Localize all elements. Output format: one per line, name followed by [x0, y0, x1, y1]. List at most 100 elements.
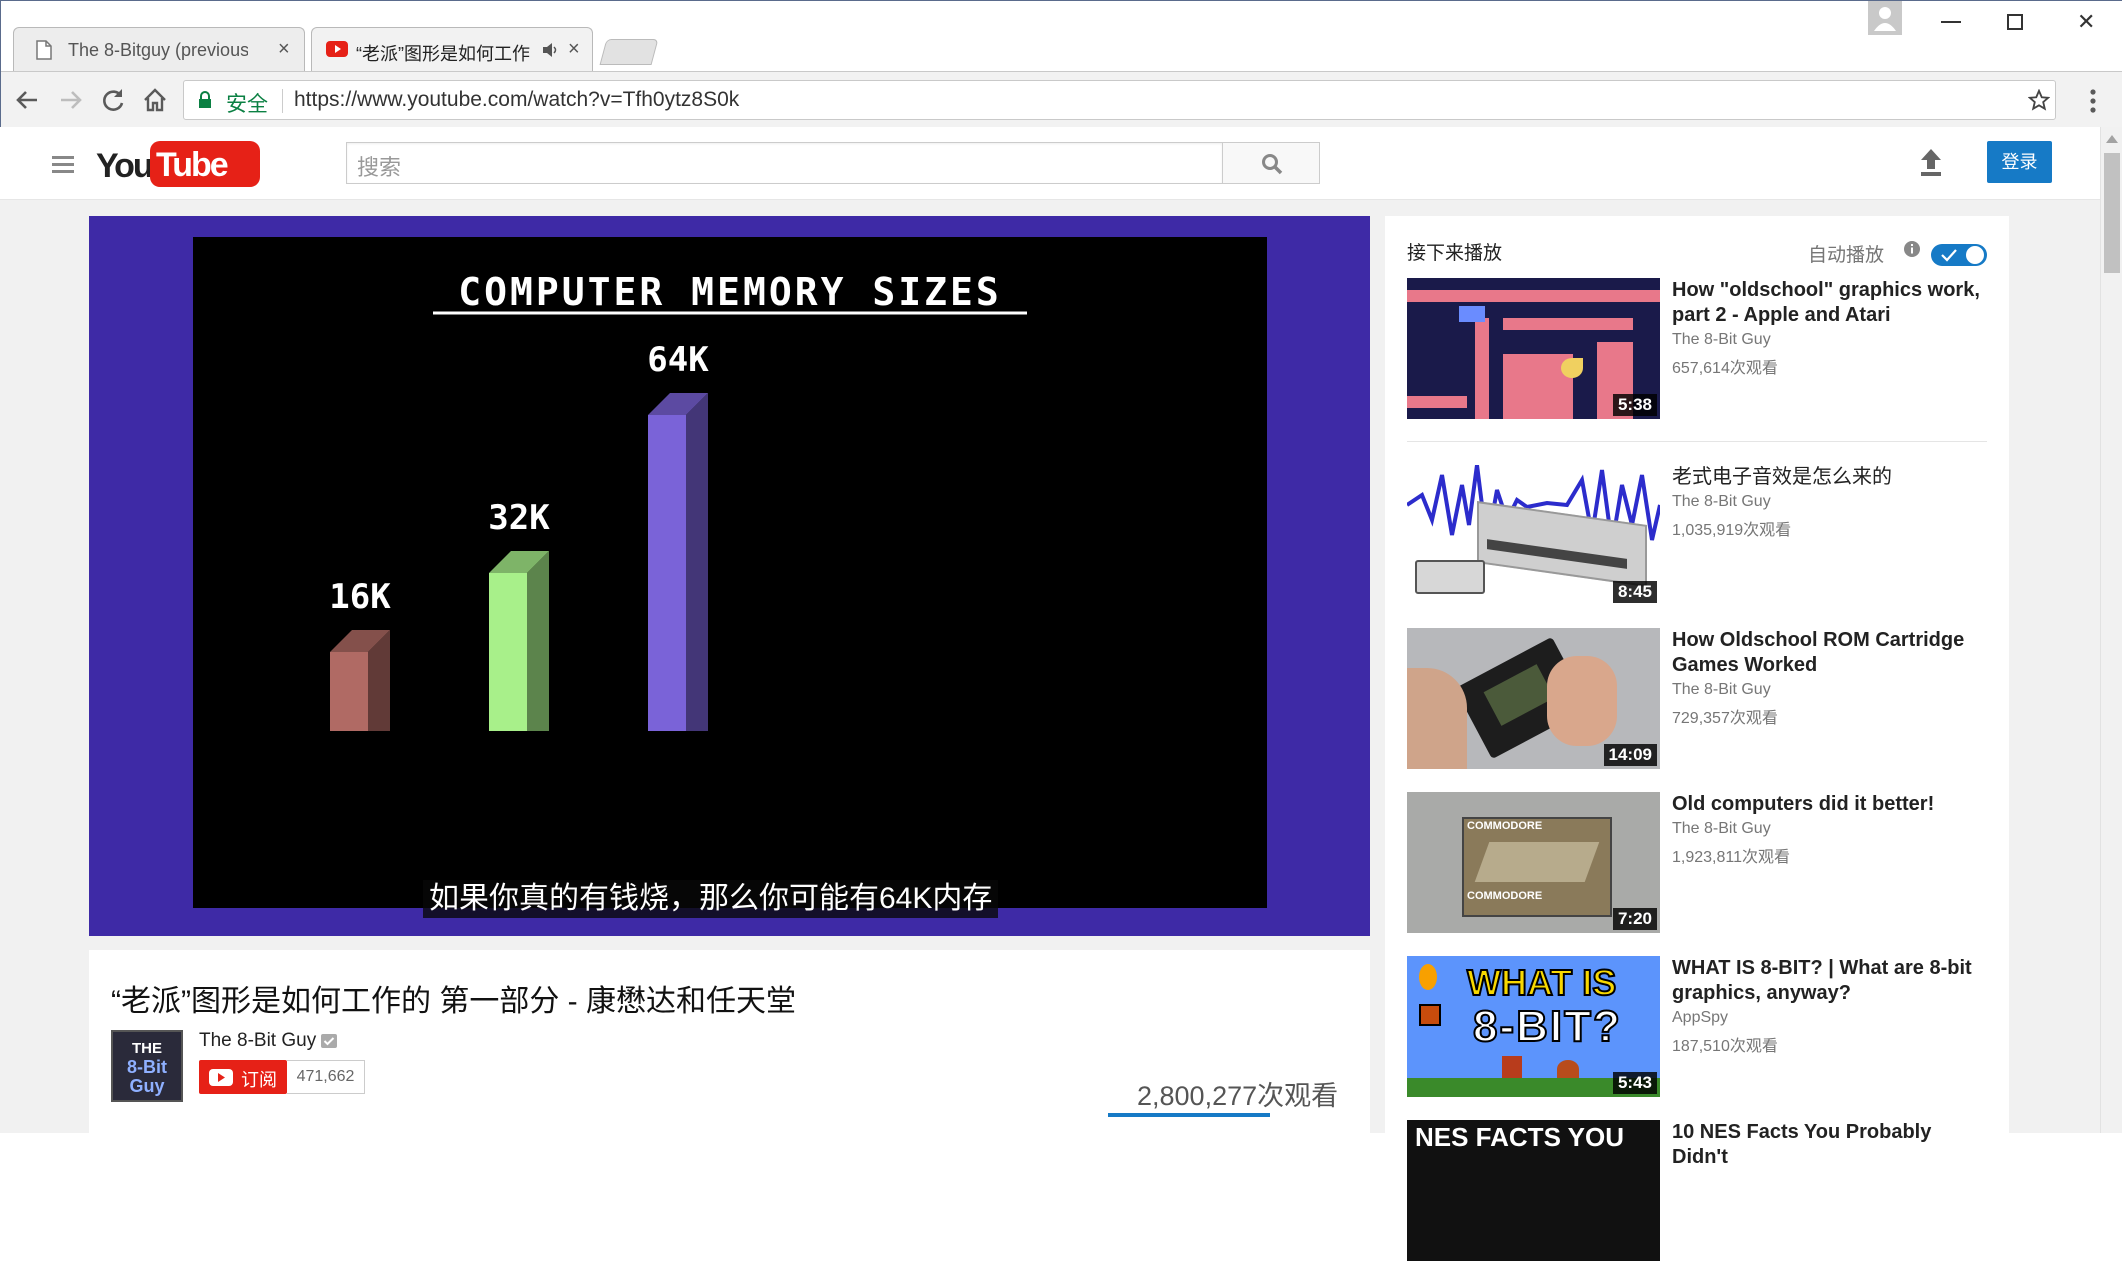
scrollbar-thumb[interactable]	[2104, 153, 2120, 273]
recommendation-views: 187,510次观看	[1672, 1038, 1778, 1055]
recommendation-item[interactable]: 5:38 How "oldschool" graphics work, part…	[1407, 278, 1987, 419]
youtube-play-icon	[209, 1069, 233, 1086]
window-maximize-button[interactable]	[2007, 14, 2023, 30]
recommendation-item[interactable]: COMMODORE COMMODORE 7:20 Old computers d…	[1407, 792, 1987, 933]
search-placeholder: 搜索	[357, 155, 402, 180]
autoplay-label: 自动播放	[1808, 245, 1885, 266]
address-bar[interactable]: 安全 https://www.youtube.com/watch?v=Tfh0y…	[183, 80, 2056, 120]
separator	[1407, 441, 1987, 442]
pacman-sprite-icon	[1561, 358, 1583, 378]
browser-toolbar: 安全 https://www.youtube.com/watch?v=Tfh0y…	[1, 71, 2122, 128]
recommendation-title[interactable]: How Oldschool ROM Cartridge Games Worked	[1672, 628, 1990, 678]
channel-avatar[interactable]: THE 8-Bit Guy	[111, 1030, 183, 1102]
hamburger-menu-icon[interactable]	[52, 155, 74, 173]
brick-icon	[1419, 1004, 1441, 1026]
bar-16k	[330, 652, 368, 731]
controller-graphic	[1415, 560, 1485, 594]
caption-text: 如果你真的有钱烧，那么你可能有64K内存	[423, 880, 999, 918]
bookmark-star-icon[interactable]	[2028, 89, 2050, 111]
recommendation-item[interactable]: NES FACTS YOU 10 NES Facts You Probably …	[1407, 1120, 1987, 1261]
upload-icon[interactable]	[1918, 147, 1944, 177]
recommendation-title[interactable]: Old computers did it better!	[1672, 792, 1990, 817]
recommendation-title[interactable]: WHAT IS 8-BIT? | What are 8-bit graphics…	[1672, 956, 1990, 1006]
bar-side	[527, 551, 549, 731]
video-thumbnail[interactable]: COMMODORE COMMODORE 7:20	[1407, 792, 1660, 933]
recommendation-channel: The 8-Bit Guy	[1672, 331, 1771, 348]
memory-size-chart: COMPUTER MEMORY SIZES 16K 32K 64K	[329, 270, 1027, 731]
tab-title: “老派”图形是如何工作	[356, 44, 530, 64]
secure-label: 安全	[226, 93, 268, 116]
ghost-sprite-icon	[1459, 306, 1485, 322]
window-minimize-button[interactable]	[1941, 21, 1961, 23]
document-icon	[36, 40, 52, 60]
tab-youtube-video[interactable]: “老派”图形是如何工作 ×	[311, 27, 593, 71]
commodore-text: COMMODORE	[1467, 820, 1543, 832]
subscriber-count: 471,662	[287, 1060, 365, 1094]
video-thumbnail[interactable]: WHAT IS 8-BIT? 5:43	[1407, 956, 1660, 1097]
duration-badge: 7:20	[1612, 908, 1657, 930]
commodore-text: COMMODORE	[1467, 890, 1543, 902]
duration-badge: 14:09	[1603, 744, 1657, 766]
scroll-up-arrow-icon[interactable]	[2106, 135, 2118, 143]
forward-arrow-icon[interactable]	[57, 86, 85, 114]
home-icon[interactable]	[141, 86, 169, 114]
recommendation-item[interactable]: WHAT IS 8-BIT? 5:43 WHAT IS 8-BIT? | Wha…	[1407, 956, 1987, 1097]
recommendation-channel: The 8-Bit Guy	[1672, 493, 1771, 510]
video-thumbnail[interactable]: NES FACTS YOU	[1407, 1120, 1660, 1261]
logo-tube-text: Tube	[156, 146, 229, 184]
tab-close-icon[interactable]: ×	[278, 38, 290, 61]
video-thumbnail[interactable]: 5:38	[1407, 278, 1660, 419]
recommendation-item[interactable]: 8:45 老式电子音效是怎么来的 The 8-Bit Guy 1,035,919…	[1407, 465, 1987, 606]
eight-bit-text: 8-BIT?	[1472, 1001, 1622, 1052]
search-button[interactable]	[1222, 142, 1320, 184]
what-is-text: WHAT IS	[1466, 961, 1617, 1004]
video-thumbnail[interactable]: 8:45	[1407, 465, 1660, 606]
url-text[interactable]: https://www.youtube.com/watch?v=Tfh0ytz8…	[294, 88, 739, 112]
recommendation-item[interactable]: 14:09 How Oldschool ROM Cartridge Games …	[1407, 628, 1987, 769]
omnibox-divider	[282, 89, 283, 113]
youtube-header: You Tube 搜索 登录	[0, 127, 2100, 200]
browser-window: The 8-Bitguy (previous × “老派”图形是如何工作 × ✕…	[0, 0, 2122, 128]
recommendation-title[interactable]: 老式电子音效是怎么来的	[1672, 465, 1990, 490]
recommendation-views: 729,357次观看	[1672, 710, 1778, 727]
subscribe-button[interactable]: 订阅	[199, 1060, 287, 1094]
browser-menu-icon[interactable]	[2089, 88, 2097, 114]
bar-32k	[489, 573, 527, 731]
logo-tube-box: Tube	[150, 141, 260, 187]
window-close-button[interactable]: ✕	[2077, 9, 2095, 35]
video-player[interactable]: COMPUTER MEMORY SIZES 16K 32K 64K 如果你真的有钱烧…	[89, 216, 1370, 936]
up-next-heading: 接下来播放	[1407, 243, 1503, 264]
channel-name[interactable]: The 8-Bit Guy	[199, 1030, 316, 1052]
subscribe-label: 订阅	[241, 1070, 277, 1090]
signin-button[interactable]: 登录	[1987, 141, 2052, 183]
view-count: 2,800,277次观看	[1137, 1081, 1339, 1111]
nes-facts-text: NES FACTS YOU	[1415, 1122, 1625, 1152]
chart-bars: 16K 32K 64K	[329, 340, 709, 731]
recommendation-title[interactable]: How "oldschool" graphics work, part 2 - …	[1672, 278, 1990, 328]
page-scrollbar[interactable]	[2100, 127, 2122, 1133]
tab-title: The 8-Bitguy (previous	[68, 40, 248, 60]
bar-label-64k: 64K	[647, 340, 709, 380]
avatar-text-the: THE	[132, 1040, 162, 1057]
search-input[interactable]: 搜索	[346, 142, 1223, 184]
up-next-sidebar: 接下来播放 自动播放 5:38 How "oldschool" graphics…	[1385, 216, 2009, 1261]
info-icon[interactable]	[1903, 240, 1921, 258]
tab-8bitguy[interactable]: The 8-Bitguy (previous ×	[13, 27, 305, 71]
coin-icon	[1419, 964, 1437, 990]
recommendation-title[interactable]: 10 NES Facts You Probably Didn't	[1672, 1120, 1990, 1170]
duration-badge: 8:45	[1612, 581, 1657, 603]
autoplay-toggle[interactable]	[1931, 244, 1987, 266]
recommendation-views: 1,035,919次观看	[1672, 522, 1792, 539]
profile-avatar-icon[interactable]	[1868, 1, 1902, 35]
recommendation-channel: The 8-Bit Guy	[1672, 681, 1771, 698]
duration-badge: 5:38	[1612, 394, 1657, 416]
video-thumbnail[interactable]: 14:09	[1407, 628, 1660, 769]
speaker-audio-icon[interactable]	[542, 42, 560, 58]
youtube-favicon-icon	[326, 41, 348, 57]
reload-icon[interactable]	[99, 86, 127, 114]
recommendation-channel: The 8-Bit Guy	[1672, 820, 1771, 837]
new-tab-button[interactable]	[599, 39, 659, 65]
back-arrow-icon[interactable]	[13, 86, 41, 114]
lock-icon	[199, 91, 211, 108]
tab-close-icon[interactable]: ×	[568, 38, 580, 61]
